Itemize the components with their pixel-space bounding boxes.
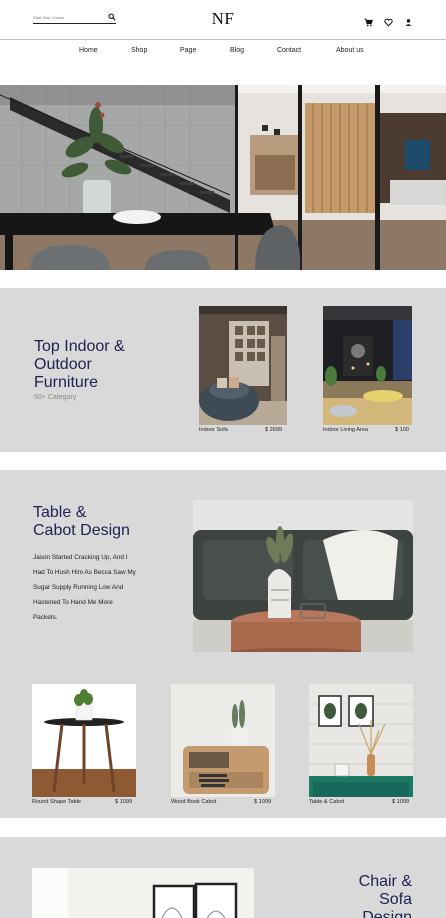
card-name: Table & Cabot [309, 799, 345, 805]
section-title: Top Indoor & Outdoor Furniture [34, 338, 125, 391]
card-price: $ 100 [395, 427, 409, 433]
top-header: NF [0, 0, 446, 40]
section-indoor-outdoor: Top Indoor & Outdoor Furniture 50+ Categ… [0, 288, 446, 452]
card-name: Round Shape Table [32, 799, 82, 805]
section-table-cabot: Table & Cabot Design Jason Started Crack… [0, 470, 446, 818]
nav-blog[interactable]: Blog [230, 47, 244, 54]
indoor-living-area-image[interactable] [323, 306, 412, 425]
category-count: 50+ Category [34, 394, 77, 401]
user-icon[interactable] [404, 14, 413, 26]
wood-book-cabot-image[interactable] [171, 684, 275, 797]
card-name: Indoor Sofa [199, 427, 228, 433]
section-title: Table & Cabot Design [33, 504, 130, 539]
heart-icon[interactable] [384, 14, 393, 26]
nav-contact[interactable]: Contact [277, 47, 301, 54]
section-chair-sofa: Chair & Sofa Design [0, 837, 446, 918]
card-name: Wood Book Cabot [171, 799, 217, 805]
chair-sofa-image [32, 868, 254, 918]
card-name: Indoor Living Area [323, 427, 369, 433]
card-price: $ 1099 [392, 799, 410, 805]
section-title: Chair & Sofa Design [358, 873, 412, 918]
table-cabot-image[interactable] [309, 684, 413, 797]
card-price: $ 2699 [265, 427, 283, 433]
indoor-sofa-image[interactable] [199, 306, 287, 425]
main-nav: Home Shop Page Blog Contact About us [0, 46, 446, 60]
nav-about-us[interactable]: About us [336, 47, 364, 54]
header-icons [364, 13, 413, 26]
hero-image [0, 85, 446, 270]
section-description: Jason Started Cracking Up, And I Had To … [33, 554, 136, 621]
card-price: $ 1099 [254, 799, 272, 805]
nav-shop[interactable]: Shop [131, 47, 147, 54]
nav-page[interactable]: Page [180, 47, 196, 54]
round-shape-table-image[interactable] [32, 684, 136, 797]
card-price: $ 1099 [115, 799, 133, 805]
nav-home[interactable]: Home [79, 47, 98, 54]
cart-icon[interactable] [364, 14, 373, 26]
featured-table-image [193, 500, 413, 652]
